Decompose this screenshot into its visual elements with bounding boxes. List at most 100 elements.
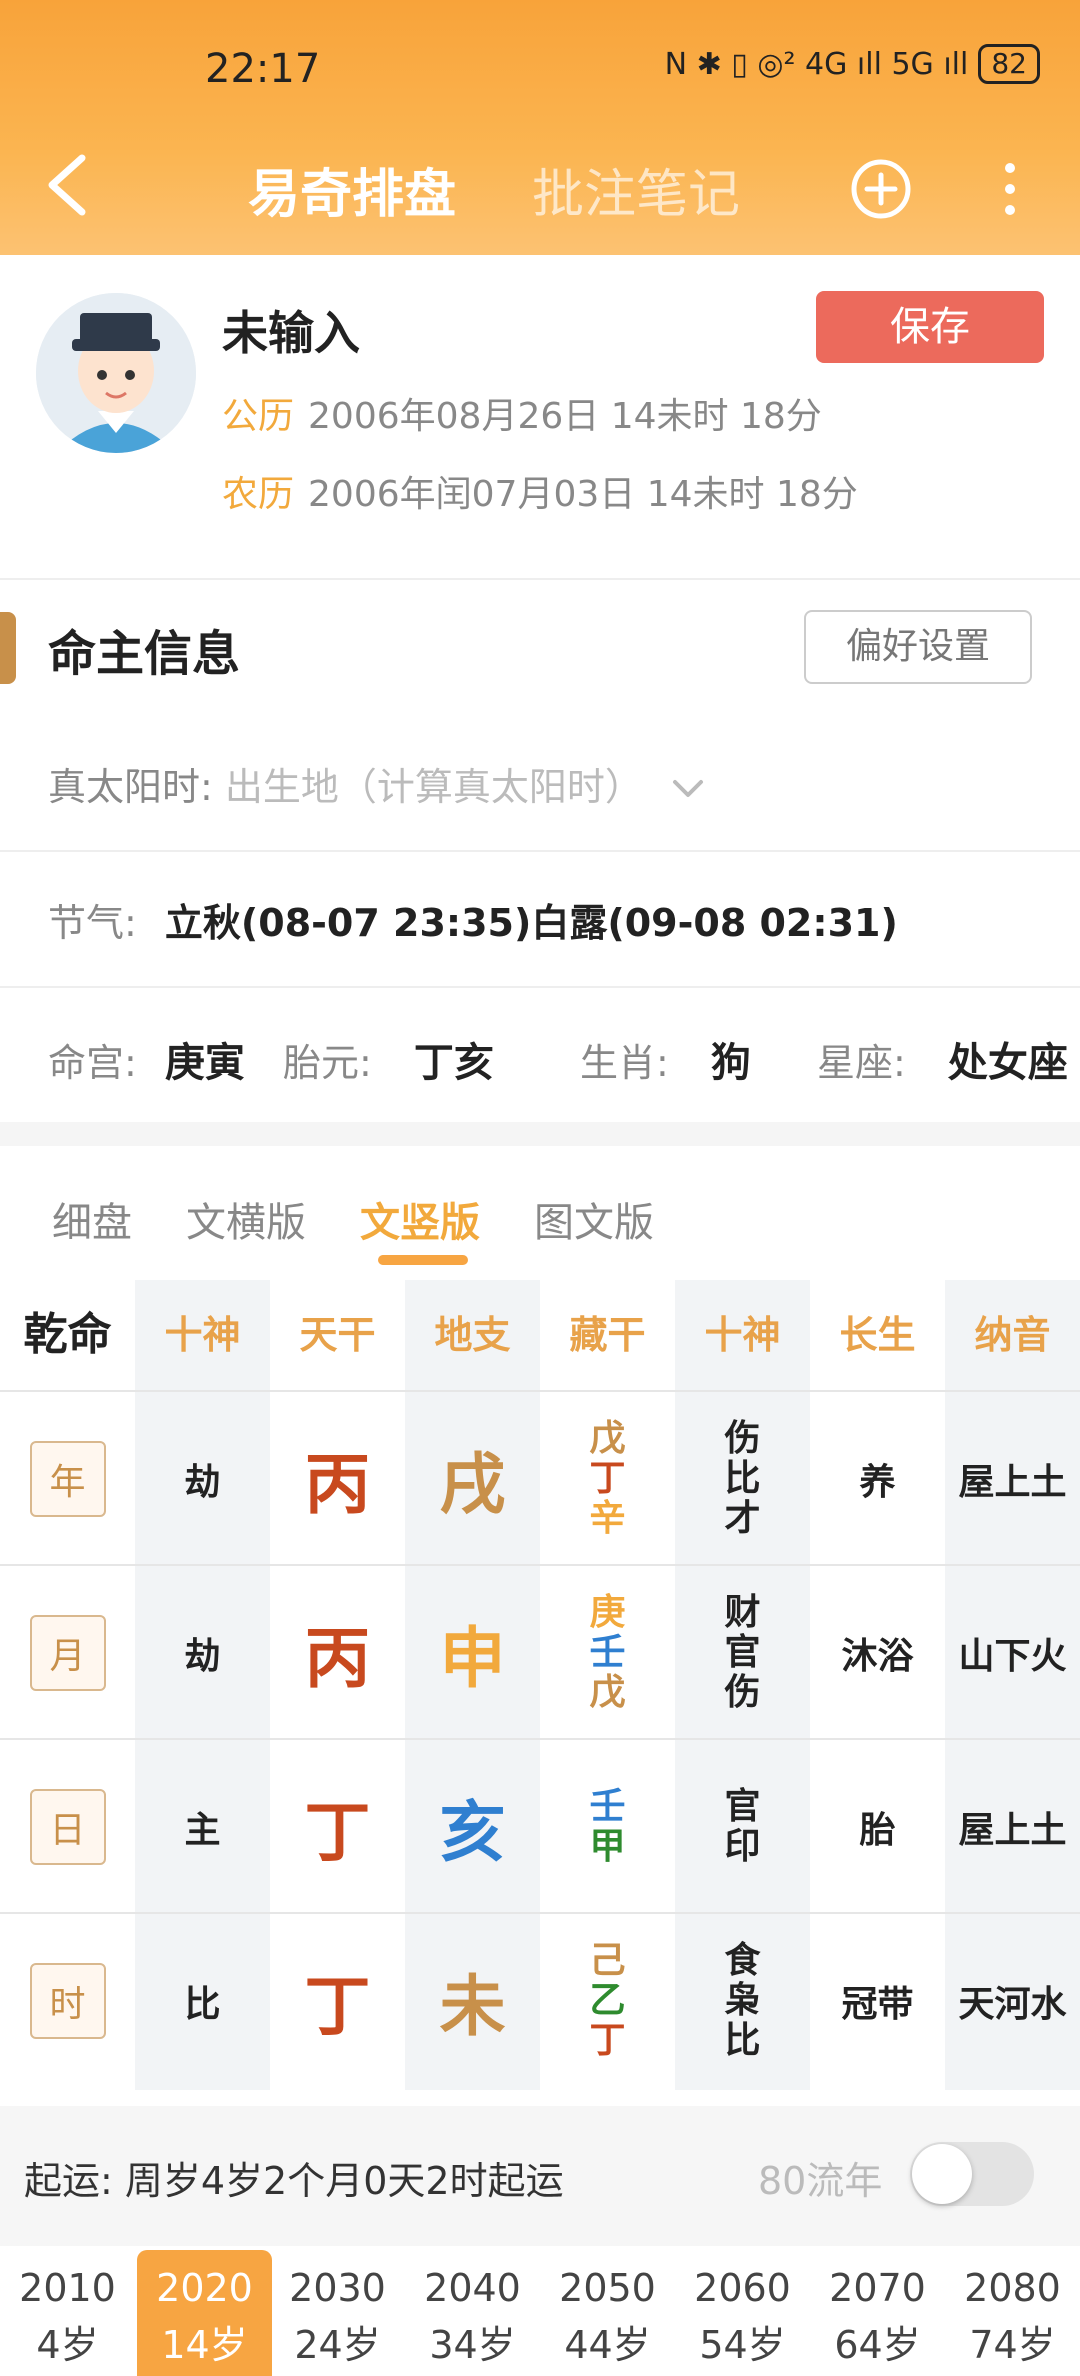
section-title: 命主信息 (48, 626, 241, 682)
signal-icons: N ✱ ▯ ◎² 4G ıll 5G ıll (664, 46, 969, 82)
tab-tuwenban[interactable]: 图文版 (534, 1190, 654, 1248)
liunian-label: 80流年 (758, 2159, 883, 2203)
divider (0, 578, 1080, 580)
true-solar-time-row[interactable]: 真太阳时: 出生地（计算真太阳时） (48, 756, 705, 811)
tab-pizhu-biji[interactable]: 批注笔记 (532, 152, 740, 227)
section-marker (0, 612, 16, 684)
nayin-cell: 屋上土 (958, 1462, 1067, 1503)
xingzuo-value: 处女座 (947, 1040, 1068, 1086)
qiyun-bar: 起运: 周岁4岁2个月0天2时起运 80流年 (0, 2106, 1080, 2246)
dayun-item[interactable]: 2070 64岁 (810, 2250, 945, 2376)
shishen-cell: 主 (184, 1810, 221, 1851)
tiangan-cell: 丙 (304, 1620, 371, 1697)
tab-wenshuban[interactable]: 文竖版 (360, 1190, 480, 1248)
nayin-cell: 屋上土 (958, 1810, 1067, 1851)
pillar-label-year[interactable]: 年 (29, 1441, 106, 1517)
tab-yiqi-paipan[interactable]: 易奇排盘 (248, 152, 456, 227)
dayun-age: 4岁 (36, 2323, 99, 2367)
liunian-toggle[interactable] (910, 2142, 1034, 2206)
preference-settings-button[interactable]: 偏好设置 (804, 610, 1032, 684)
dayun-item[interactable]: 2080 74岁 (945, 2250, 1080, 2376)
tiangan-cell: 丁 (304, 1968, 371, 2045)
dizhi-cell: 亥 (439, 1794, 506, 1871)
header-shishen: 十神 (164, 1313, 241, 1357)
zanggan-char: 壬 (589, 1786, 626, 1827)
pillar-cell: 日 (0, 1740, 135, 1914)
solar-label: 公历 (222, 396, 295, 437)
more-icon[interactable] (995, 158, 1025, 220)
pillar-label-day[interactable]: 日 (29, 1789, 106, 1865)
add-icon[interactable] (850, 158, 912, 220)
status-icons: N ✱ ▯ ◎² 4G ıll 5G ıll 82 (665, 44, 1040, 84)
zanggan-cell: 己 乙 丁 (540, 1914, 675, 2088)
zanggan-cell: 庚 壬 戊 (540, 1566, 675, 1740)
divider (0, 986, 1080, 988)
xingzuo-label: 星座: (817, 1041, 906, 1085)
dayun-age: 14岁 (161, 2323, 248, 2367)
zanggan-char: 甲 (589, 1826, 626, 1867)
dayun-age: 54岁 (699, 2323, 786, 2367)
shishen2-char: 伤 (724, 1672, 761, 1713)
tiangan-cell: 丙 (304, 1446, 371, 1523)
tab-wenhengban[interactable]: 文横版 (186, 1190, 306, 1248)
pillar-row-year: 年 劫 丙 戌 戊 丁 辛 伤 比 才 养 屋上土 (0, 1390, 1080, 1564)
solar-value: 2006年08月26日 14未时 18分 (308, 396, 822, 437)
minggong-label: 命宫: (48, 1041, 137, 1085)
shishen2-char: 印 (724, 1826, 761, 1867)
zanggan-char: 丁 (589, 1458, 626, 1499)
taiyuan-value: 丁亥 (413, 1040, 494, 1086)
avatar (36, 293, 196, 453)
save-button[interactable]: 保存 (816, 291, 1044, 363)
taiyuan-label: 胎元: (283, 1041, 372, 1085)
lunar-label: 农历 (222, 474, 295, 515)
chevron-down-icon[interactable] (671, 778, 705, 800)
dayun-year: 2080 (964, 2266, 1061, 2310)
jieqi-label: 节气: (48, 901, 137, 945)
zanggan-char: 壬 (589, 1632, 626, 1673)
divider (0, 850, 1080, 852)
qiyun-text: 起运: 周岁4岁2个月0天2时起运 (24, 2159, 564, 2203)
dayun-age: 74岁 (969, 2323, 1056, 2367)
jieqi-row: 节气: 立秋(08-07 23:35)白露(09-08 02:31) (48, 892, 898, 947)
pillar-label-hour[interactable]: 时 (29, 1963, 106, 2039)
nayin-cell: 山下火 (958, 1636, 1067, 1677)
dayun-item-selected[interactable]: 2020 14岁 (137, 2250, 272, 2376)
avatar-icon (36, 293, 196, 453)
pillar-row-day: 日 主 丁 亥 壬 甲 官 印 胎 屋上土 (0, 1738, 1080, 1912)
battery-icon: 82 (978, 44, 1040, 84)
shengxiao-value: 狗 (710, 1040, 751, 1086)
dayun-year: 2040 (424, 2266, 521, 2310)
dayun-item[interactable]: 2050 44岁 (540, 2250, 675, 2376)
tab-xipan[interactable]: 细盘 (52, 1190, 132, 1248)
changsheng-cell: 养 (859, 1462, 896, 1503)
dayun-item[interactable]: 2030 24岁 (270, 2250, 405, 2376)
shishen2-cell: 食 枭 比 (675, 1914, 810, 2088)
shishen2-cell: 官 印 (675, 1740, 810, 1914)
solar-date: 公历 2006年08月26日 14未时 18分 (222, 387, 822, 439)
shishen2-char: 伤 (724, 1418, 761, 1459)
shishen2-char: 枭 (724, 1980, 761, 2021)
pillar-row-month: 月 劫 丙 申 庚 壬 戊 财 官 伤 沐浴 山下火 (0, 1564, 1080, 1738)
shishen2-char: 比 (724, 2020, 761, 2061)
dayun-year: 2060 (694, 2266, 791, 2310)
status-bar: 22:17 N ✱ ▯ ◎² 4G ıll 5G ıll 82 (0, 0, 1080, 130)
dayun-item[interactable]: 2060 54岁 (675, 2250, 810, 2376)
dayun-item[interactable]: 2040 34岁 (405, 2250, 540, 2376)
active-tab-indicator (378, 1255, 468, 1265)
dizhi-cell: 申 (439, 1620, 506, 1697)
shengxiao-label: 生肖: (580, 1041, 669, 1085)
shishen2-char: 食 (724, 1940, 761, 1981)
zanggan-char: 己 (589, 1940, 626, 1981)
lunar-value: 2006年闰07月03日 14未时 18分 (308, 474, 858, 515)
profile-card: 未输入 保存 公历 2006年08月26日 14未时 18分 农历 2006年闰07… (0, 255, 1080, 575)
dayun-year: 2070 (829, 2266, 926, 2310)
back-icon[interactable] (40, 150, 100, 220)
zanggan-char: 戊 (589, 1672, 626, 1713)
changsheng-cell: 沐浴 (841, 1636, 914, 1677)
birthplace-select[interactable]: 出生地（计算真太阳时） (225, 765, 643, 809)
shishen2-char: 才 (724, 1498, 761, 1539)
dayun-age: 34岁 (429, 2323, 516, 2367)
dayun-item[interactable]: 2010 4岁 (0, 2250, 135, 2376)
pillar-cell: 月 (0, 1566, 135, 1740)
pillar-label-month[interactable]: 月 (29, 1615, 106, 1691)
